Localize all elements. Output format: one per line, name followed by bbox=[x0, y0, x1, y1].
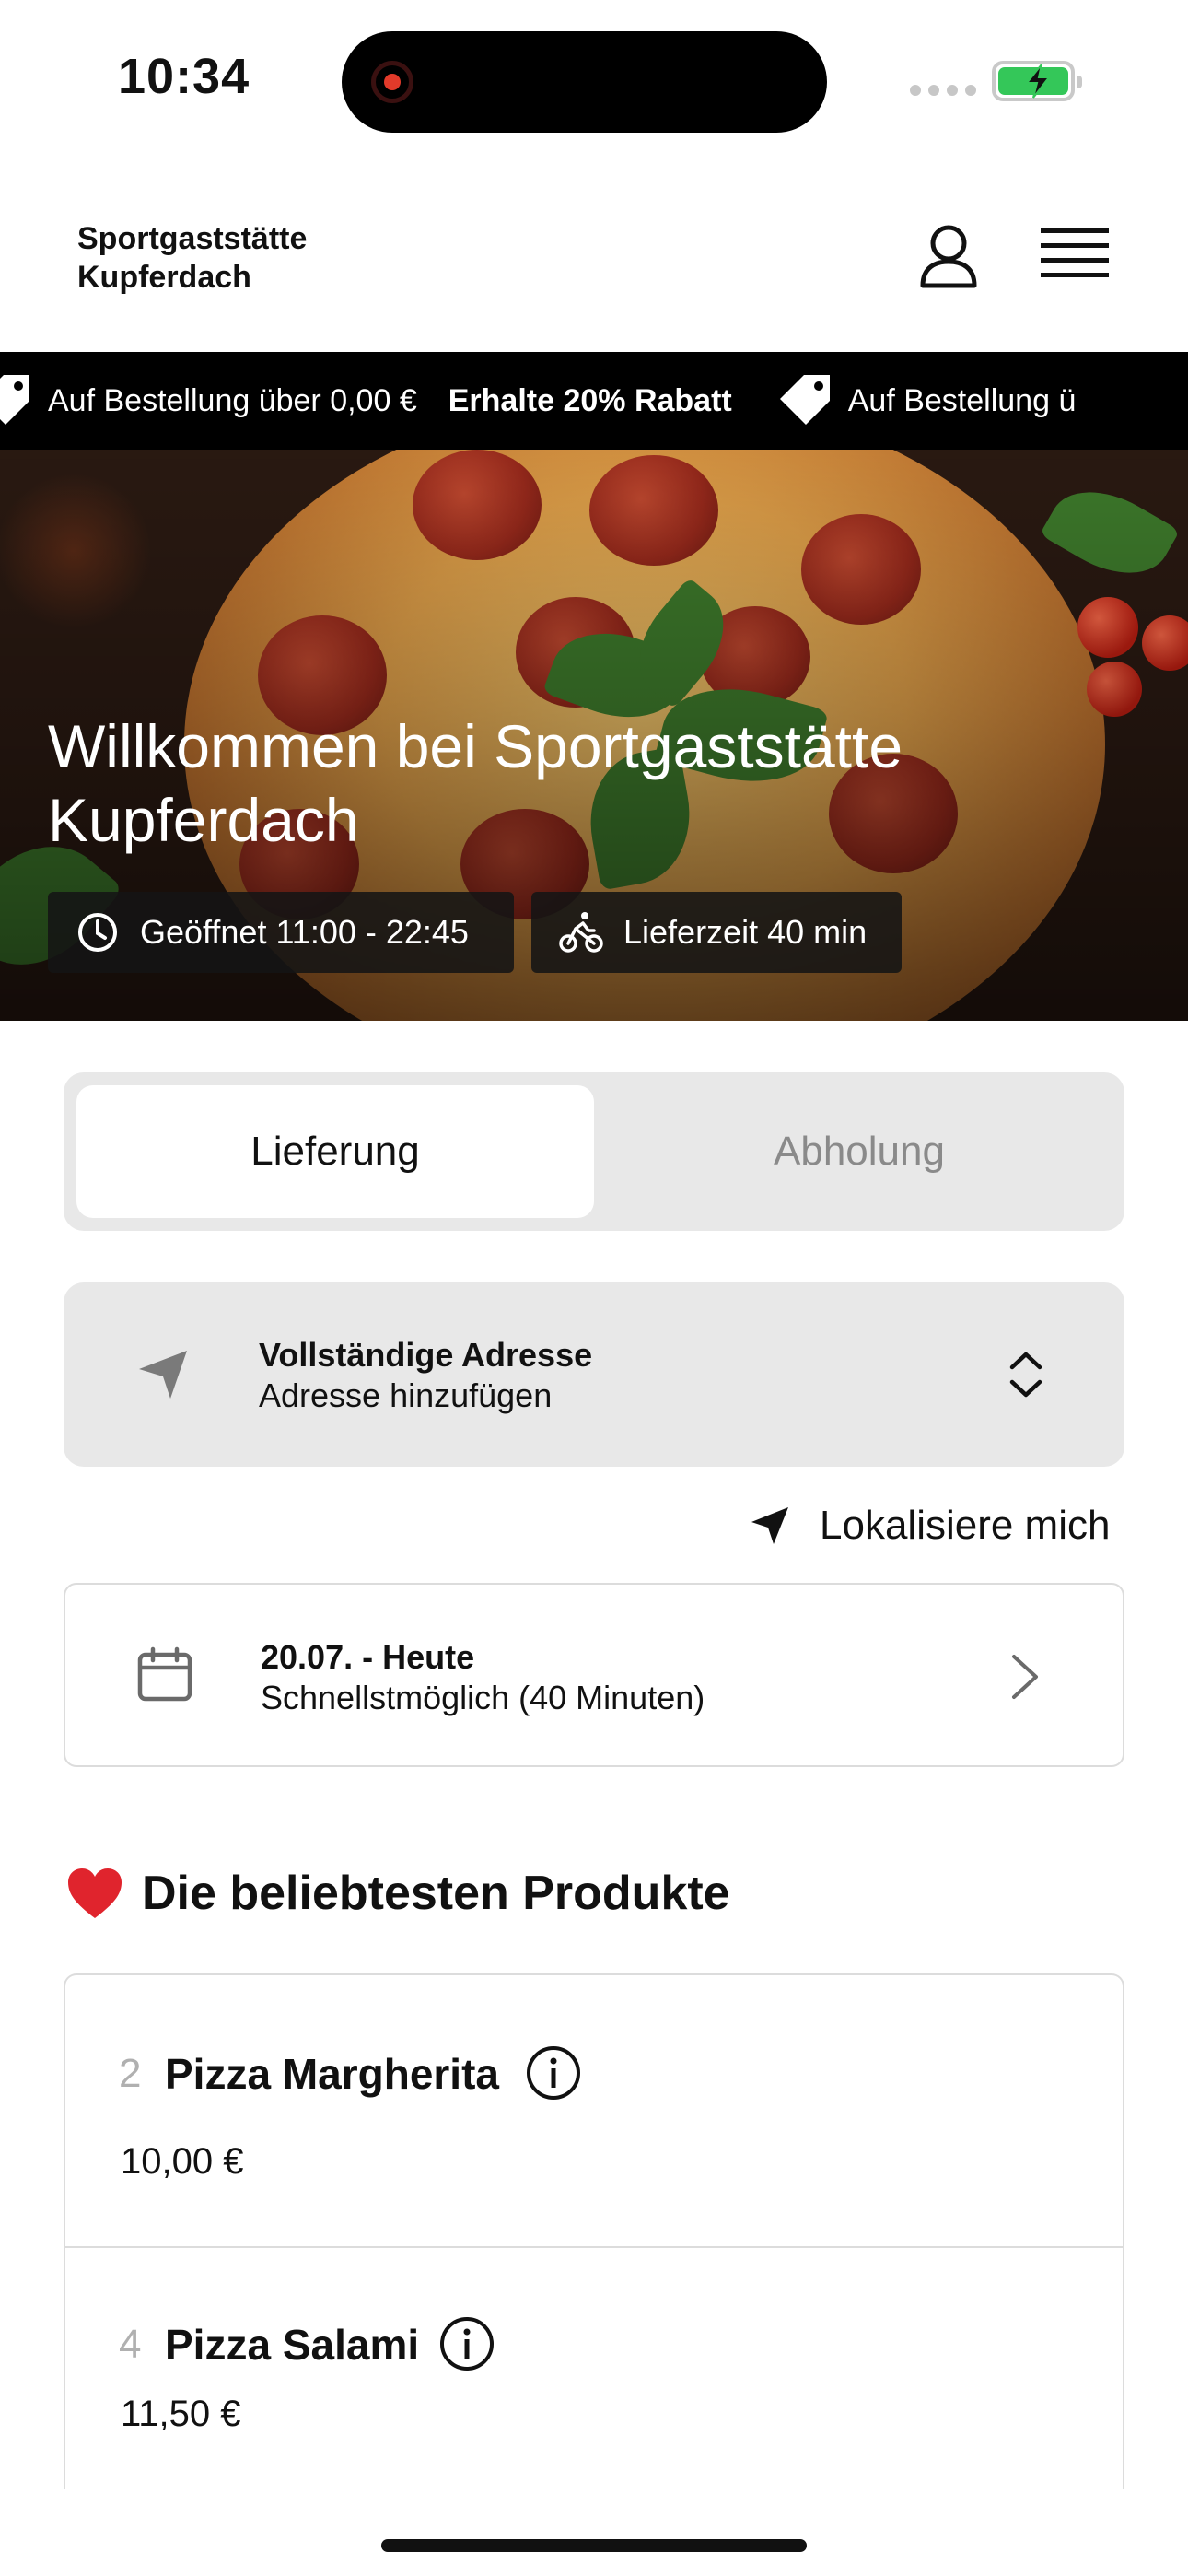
opening-hours-badge: Geöffnet 11:00 - 22:45 bbox=[48, 892, 514, 973]
tab-pickup[interactable]: Abholung bbox=[607, 1085, 1112, 1218]
tab-delivery[interactable]: Lieferung bbox=[76, 1085, 594, 1218]
promo-text: Auf Bestellung über 0,00 € bbox=[48, 382, 417, 418]
product-item[interactable]: 2 Pizza Margherita 10,00 € bbox=[65, 1975, 1123, 2248]
hamburger-menu-icon bbox=[1041, 228, 1109, 277]
delivery-time-badge: Lieferzeit 40 min bbox=[531, 892, 902, 973]
recording-indicator-icon bbox=[371, 61, 413, 103]
info-icon[interactable] bbox=[524, 2043, 583, 2102]
address-title: Vollständige Adresse bbox=[259, 1336, 593, 1374]
account-button[interactable] bbox=[912, 219, 985, 293]
order-type-toggle: Lieferung Abholung bbox=[64, 1072, 1124, 1231]
heart-icon bbox=[68, 1868, 122, 1918]
location-arrow-icon bbox=[139, 1351, 187, 1399]
product-number: 4 bbox=[119, 2322, 142, 2367]
promo-banner: Auf Bestellung über 0,00 € Erhalte 20% R… bbox=[0, 352, 1188, 450]
header: Sportgaststätte Kupferdach bbox=[0, 157, 1188, 352]
status-bar: 10:34 bbox=[0, 0, 1188, 157]
clock-icon bbox=[78, 913, 117, 952]
address-placeholder: Adresse hinzufügen bbox=[259, 1376, 553, 1414]
opening-hours-text: Geöffnet 11:00 - 22:45 bbox=[140, 913, 469, 951]
promo-text: Auf Bestellung ü bbox=[847, 382, 1077, 418]
locate-me-button[interactable]: Lokalisiere mich bbox=[748, 1498, 1110, 1553]
calendar-icon bbox=[137, 1646, 192, 1702]
delivery-time-text: Lieferzeit 40 min bbox=[623, 913, 868, 951]
promo-discount: Erhalte 20% Rabatt bbox=[448, 382, 732, 418]
product-item[interactable]: 4 Pizza Salami 11,50 € bbox=[65, 2248, 1123, 2489]
price-tag-icon bbox=[0, 375, 29, 425]
product-number: 2 bbox=[119, 2051, 142, 2096]
address-selector[interactable]: Vollständige Adresse Adresse hinzufügen bbox=[64, 1282, 1124, 1467]
schedule-selector[interactable]: 20.07. - Heute Schnellstmöglich (40 Minu… bbox=[64, 1583, 1124, 1767]
product-name: Pizza Margherita bbox=[165, 2050, 499, 2098]
product-price: 10,00 € bbox=[121, 2141, 244, 2182]
battery-charging-icon bbox=[992, 61, 1082, 101]
hero-title: Willkommen bei Sportgaststätte Kupferdac… bbox=[48, 712, 903, 854]
product-price: 11,50 € bbox=[121, 2394, 241, 2434]
info-icon[interactable] bbox=[437, 2314, 496, 2373]
status-time: 10:34 bbox=[118, 49, 250, 104]
product-name: Pizza Salami bbox=[165, 2321, 420, 2369]
menu-button[interactable] bbox=[1037, 223, 1112, 287]
locate-me-label: Lokalisiere mich bbox=[820, 1503, 1111, 1548]
cellular-signal-icon bbox=[910, 85, 976, 96]
dynamic-island bbox=[342, 31, 827, 133]
bicycle-courier-icon bbox=[559, 912, 603, 953]
chevron-up-down-icon bbox=[1009, 1352, 1042, 1398]
home-indicator[interactable] bbox=[381, 2539, 807, 2552]
chevron-right-icon bbox=[1012, 1655, 1038, 1699]
hero-banner: Willkommen bei Sportgaststätte Kupferdac… bbox=[0, 450, 1188, 1021]
navigation-arrow-icon bbox=[751, 1507, 788, 1544]
schedule-time: Schnellstmöglich (40 Minuten) bbox=[261, 1679, 705, 1716]
brand-name[interactable]: Sportgaststätte Kupferdach bbox=[77, 219, 464, 297]
schedule-date: 20.07. - Heute bbox=[261, 1638, 475, 1676]
user-icon bbox=[920, 225, 977, 288]
popular-products-heading: Die beliebtesten Produkte bbox=[66, 1861, 730, 1926]
popular-products-title: Die beliebtesten Produkte bbox=[142, 1867, 730, 1920]
price-tag-icon bbox=[779, 375, 830, 425]
product-list: 2 Pizza Margherita 10,00 € 4 Pizza Salam… bbox=[64, 1973, 1124, 2489]
